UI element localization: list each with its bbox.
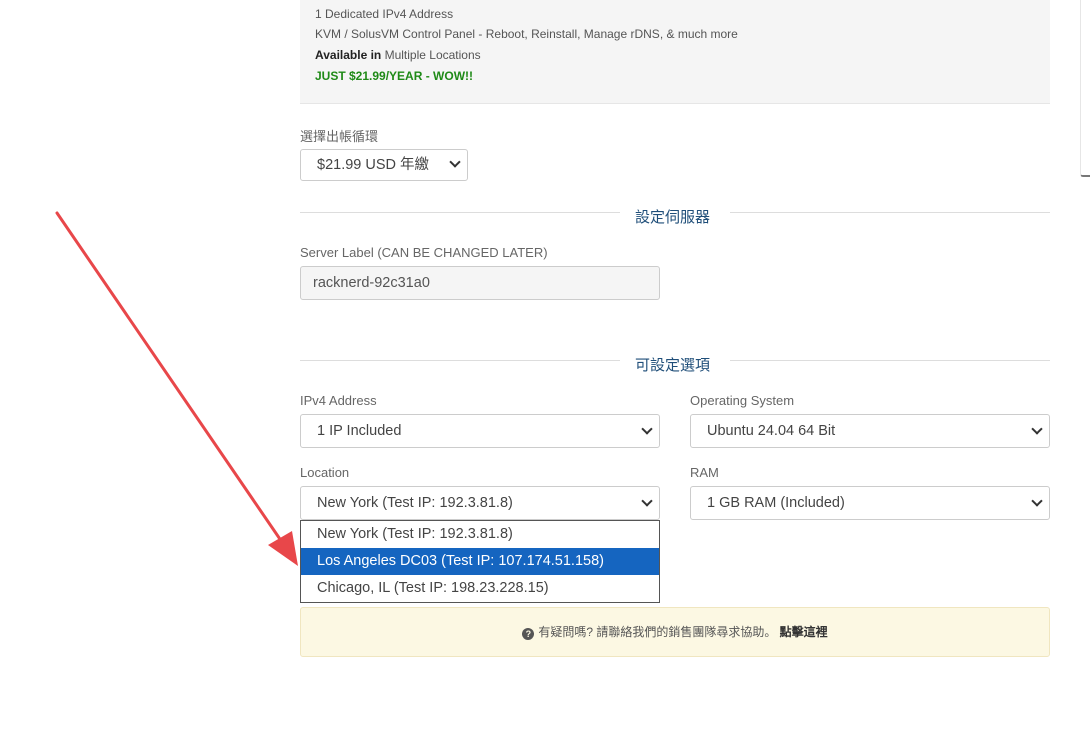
server-label-input[interactable]: racknerd-92c31a0 <box>300 266 660 300</box>
server-section-title: 設定伺服器 <box>635 209 711 226</box>
chevron-down-icon <box>641 423 653 435</box>
location-option[interactable]: Chicago, IL (Test IP: 198.23.228.15) <box>301 575 659 602</box>
location-select[interactable]: New York (Test IP: 192.3.81.8) <box>300 486 660 520</box>
server-label-field-label: Server Label (CAN BE CHANGED LATER) <box>300 245 548 260</box>
billing-cycle-value: $21.99 USD 年繳 <box>317 157 430 173</box>
chevron-down-icon <box>449 156 461 168</box>
availability-label: Available in <box>315 48 382 62</box>
location-option-highlighted[interactable]: Los Angeles DC03 (Test IP: 107.174.51.15… <box>301 548 659 575</box>
help-text: 有疑問嗎? 請聯絡我們的銷售團隊尋求協助。 <box>538 625 777 639</box>
billing-cycle-select[interactable]: $21.99 USD 年繳 <box>300 149 468 181</box>
os-label: Operating System <box>690 393 795 408</box>
question-circle-icon: ? <box>522 628 535 640</box>
section-divider-right <box>730 360 1050 361</box>
scrollbar-edge[interactable] <box>1080 0 1090 177</box>
ipv4-value: 1 IP Included <box>317 423 402 439</box>
product-feature-ip: 1 Dedicated IPv4 Address <box>315 7 454 21</box>
os-value: Ubuntu 24.04 64 Bit <box>707 423 836 439</box>
help-alert: ? 有疑問嗎? 請聯絡我們的銷售團隊尋求協助。 點擊這裡 <box>300 607 1050 657</box>
ram-select[interactable]: 1 GB RAM (Included) <box>690 486 1050 520</box>
annotation-arrow-shaft <box>55 211 286 547</box>
product-availability: Available in Multiple Locations <box>315 48 481 62</box>
product-feature-panel: KVM / SolusVM Control Panel - Reboot, Re… <box>315 27 738 41</box>
section-divider-right <box>730 212 1050 213</box>
chevron-down-icon <box>641 495 653 507</box>
product-promo: JUST $21.99/YEAR - WOW!! <box>315 69 474 83</box>
ipv4-select[interactable]: 1 IP Included <box>300 414 660 448</box>
section-divider-left <box>300 360 620 361</box>
options-section-title: 可設定選項 <box>635 357 711 374</box>
section-divider-left <box>300 212 620 213</box>
billing-cycle-label: 選擇出帳循環 <box>300 129 379 144</box>
ram-label: RAM <box>690 465 719 480</box>
location-value: New York (Test IP: 192.3.81.8) <box>317 495 513 511</box>
contact-sales-link[interactable]: 點擊這裡 <box>780 625 828 639</box>
availability-value: Multiple Locations <box>381 48 481 62</box>
os-select[interactable]: Ubuntu 24.04 64 Bit <box>690 414 1050 448</box>
location-option[interactable]: New York (Test IP: 192.3.81.8) <box>301 521 659 548</box>
product-summary: 1 Dedicated IPv4 Address KVM / SolusVM C… <box>300 0 1050 104</box>
ipv4-label: IPv4 Address <box>300 393 377 408</box>
chevron-down-icon <box>1031 423 1043 435</box>
location-dropdown-list: New York (Test IP: 192.3.81.8) Los Angel… <box>300 520 660 603</box>
location-label: Location <box>300 465 350 480</box>
ram-value: 1 GB RAM (Included) <box>707 495 845 511</box>
annotation-arrow-head <box>268 531 298 566</box>
chevron-down-icon <box>1031 495 1043 507</box>
